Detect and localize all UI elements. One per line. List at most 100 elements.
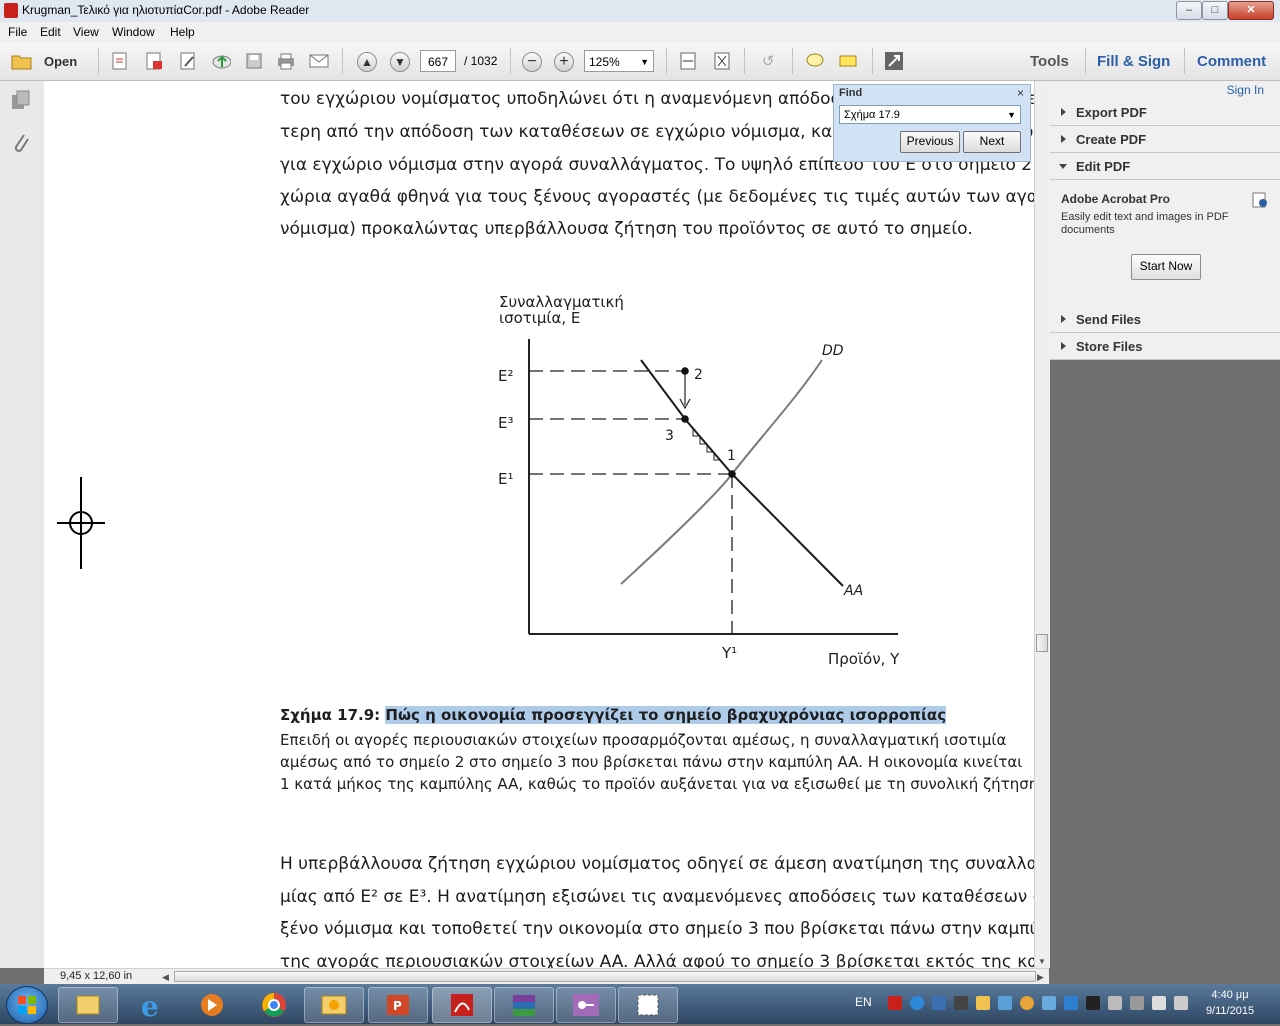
taskbar-explorer[interactable] bbox=[58, 987, 118, 1023]
page-number-input[interactable]: 667 bbox=[420, 50, 456, 72]
tray-sync-icon[interactable] bbox=[910, 996, 924, 1010]
taskbar-snipping-tool[interactable] bbox=[618, 987, 678, 1023]
tray-bluetooth-icon[interactable] bbox=[1064, 996, 1078, 1010]
menu-window[interactable]: Window bbox=[112, 25, 155, 39]
fill-sign-link[interactable]: Fill & Sign bbox=[1097, 53, 1170, 70]
expand-icon[interactable] bbox=[884, 51, 904, 71]
tray-network-icon[interactable] bbox=[932, 996, 946, 1010]
find-input[interactable]: Σχήμα 17.9 ▼ bbox=[839, 105, 1021, 124]
print-icon[interactable] bbox=[276, 51, 296, 71]
chevron-down-icon[interactable]: ▼ bbox=[1007, 106, 1016, 125]
menu-help[interactable]: Help bbox=[170, 25, 195, 39]
vertical-scrollbar[interactable]: ▼ bbox=[1034, 81, 1050, 968]
close-button[interactable]: ✕ bbox=[1228, 1, 1274, 20]
next-page-icon[interactable]: ▼ bbox=[390, 52, 410, 72]
tray-flag-icon[interactable] bbox=[1130, 996, 1144, 1010]
tray-smiley-icon[interactable] bbox=[1020, 996, 1034, 1010]
scroll-down-icon[interactable]: ▼ bbox=[1038, 957, 1046, 966]
fit-page-icon[interactable] bbox=[712, 51, 732, 71]
body-line: Η υπερβάλλουσα ζήτηση εγχώριου νομίσματο… bbox=[280, 854, 1034, 874]
zoom-in-icon[interactable]: + bbox=[554, 52, 574, 72]
caret-down-icon bbox=[1059, 164, 1067, 169]
create-pdf-section[interactable]: Create PDF bbox=[1050, 126, 1280, 153]
maximize-button[interactable]: □ bbox=[1202, 1, 1228, 20]
page-size-readout: 9,45 x 12,60 in bbox=[60, 970, 133, 982]
create-pdf-icon[interactable] bbox=[110, 51, 130, 71]
point-2 bbox=[681, 367, 689, 375]
find-previous-button[interactable]: Previous bbox=[900, 131, 960, 153]
edit-pdf-icon[interactable] bbox=[178, 51, 198, 71]
rotate-icon[interactable]: ↺ bbox=[758, 51, 778, 71]
window-title: Krugman_Τελικό για ηλιοτυπίαCor.pdf - Ad… bbox=[22, 3, 310, 17]
horizontal-scrollbar[interactable]: 9,45 x 12,60 in ◀ ▶ bbox=[44, 968, 1049, 985]
y-axis-title-line2: ισοτιμία, E bbox=[499, 309, 581, 327]
comment-bubble-icon[interactable] bbox=[805, 51, 825, 71]
previous-page-icon[interactable]: ▲ bbox=[357, 52, 377, 72]
taskbar-powerpoint[interactable]: P bbox=[368, 987, 428, 1023]
page-thumbnails-icon[interactable] bbox=[10, 89, 32, 114]
save-icon[interactable] bbox=[244, 51, 264, 71]
zoom-out-icon[interactable]: − bbox=[522, 52, 542, 72]
menu-edit[interactable]: Edit bbox=[40, 25, 61, 39]
scroll-thumb[interactable] bbox=[1036, 634, 1048, 652]
close-icon[interactable]: × bbox=[1017, 86, 1024, 100]
aa-curve bbox=[640, 359, 844, 587]
taskbar-winrar[interactable] bbox=[494, 987, 554, 1023]
crosshair-cursor-icon bbox=[57, 477, 105, 569]
tray-mail-icon[interactable] bbox=[976, 996, 990, 1010]
start-now-button[interactable]: Start Now bbox=[1131, 254, 1201, 280]
menu-file[interactable]: File bbox=[8, 25, 27, 39]
minimize-button[interactable]: – bbox=[1176, 1, 1202, 20]
highlight-icon[interactable] bbox=[838, 51, 858, 71]
tray-volume-muted-icon[interactable] bbox=[1108, 996, 1122, 1010]
find-next-button[interactable]: Next bbox=[963, 131, 1021, 153]
language-indicator[interactable]: EN bbox=[855, 995, 872, 1009]
taskbar-folder[interactable] bbox=[304, 987, 364, 1023]
promo-text: documents bbox=[1061, 224, 1115, 236]
tray-network-status-icon[interactable] bbox=[1152, 996, 1166, 1010]
taskbar-key-tool[interactable] bbox=[556, 987, 616, 1023]
taskbar-ie[interactable]: e bbox=[122, 987, 182, 1023]
body-line: ξένο νόμισμα και τοποθετεί την οικονομία… bbox=[280, 919, 1034, 939]
label-e3: E³ bbox=[498, 414, 514, 432]
send-files-section[interactable]: Send Files bbox=[1050, 306, 1280, 333]
taskbar-media-player[interactable] bbox=[182, 987, 242, 1023]
tray-adobe-icon[interactable] bbox=[888, 996, 902, 1010]
store-files-section[interactable]: Store Files bbox=[1050, 333, 1280, 360]
caption-line: αμέσως από το σημείο 2 στο σημείο 3 που … bbox=[280, 753, 1023, 771]
export-pdf-section[interactable]: Export PDF bbox=[1050, 99, 1280, 126]
caret-right-icon bbox=[1061, 315, 1066, 323]
tray-app-icon[interactable] bbox=[954, 996, 968, 1010]
tools-link[interactable]: Tools bbox=[1030, 53, 1069, 70]
scroll-right-icon[interactable]: ▶ bbox=[1037, 972, 1044, 983]
comment-link[interactable]: Comment bbox=[1197, 53, 1266, 70]
taskbar-chrome[interactable] bbox=[244, 987, 304, 1023]
export-pdf-icon[interactable] bbox=[144, 51, 164, 71]
fit-width-icon[interactable] bbox=[678, 51, 698, 71]
upload-cloud-icon[interactable] bbox=[211, 51, 231, 71]
tray-monitor-icon[interactable] bbox=[998, 996, 1012, 1010]
sign-in-link[interactable]: Sign In bbox=[1227, 83, 1264, 97]
email-icon[interactable] bbox=[309, 51, 329, 71]
start-button[interactable] bbox=[6, 986, 48, 1024]
menu-view[interactable]: View bbox=[73, 25, 99, 39]
open-button[interactable]: Open bbox=[44, 54, 77, 69]
clock-time[interactable]: 4:40 μμ bbox=[1206, 989, 1254, 1001]
body-line: μίας από E² σε E³. Η ανατίμηση εξισώνει … bbox=[280, 887, 1034, 907]
edit-pdf-section[interactable]: Edit PDF bbox=[1050, 153, 1280, 180]
point-3 bbox=[681, 415, 689, 423]
folder-icon[interactable] bbox=[10, 51, 34, 71]
tray-display-icon[interactable] bbox=[1086, 996, 1100, 1010]
scroll-left-icon[interactable]: ◀ bbox=[162, 972, 169, 983]
tray-cloud-icon[interactable] bbox=[1042, 996, 1056, 1010]
pdf-page: του εγχώριου νομίσματος υποδηλώνει ότι η… bbox=[44, 81, 1034, 968]
tray-speaker-icon[interactable] bbox=[1174, 996, 1188, 1010]
zoom-select[interactable]: 125% ▼ bbox=[584, 50, 654, 72]
clock-date[interactable]: 9/11/2015 bbox=[1200, 1005, 1260, 1017]
caption-line: 1 κατά μήκος της καμπύλης AA, καθώς το π… bbox=[280, 775, 1034, 793]
taskbar-adobe-reader[interactable] bbox=[432, 987, 492, 1023]
edit-pdf-content: Adobe Acrobat Pro Easily edit text and i… bbox=[1050, 180, 1280, 307]
chevron-down-icon: ▼ bbox=[640, 57, 649, 67]
attachments-icon[interactable] bbox=[10, 131, 32, 160]
hscroll-thumb[interactable] bbox=[174, 971, 1036, 982]
